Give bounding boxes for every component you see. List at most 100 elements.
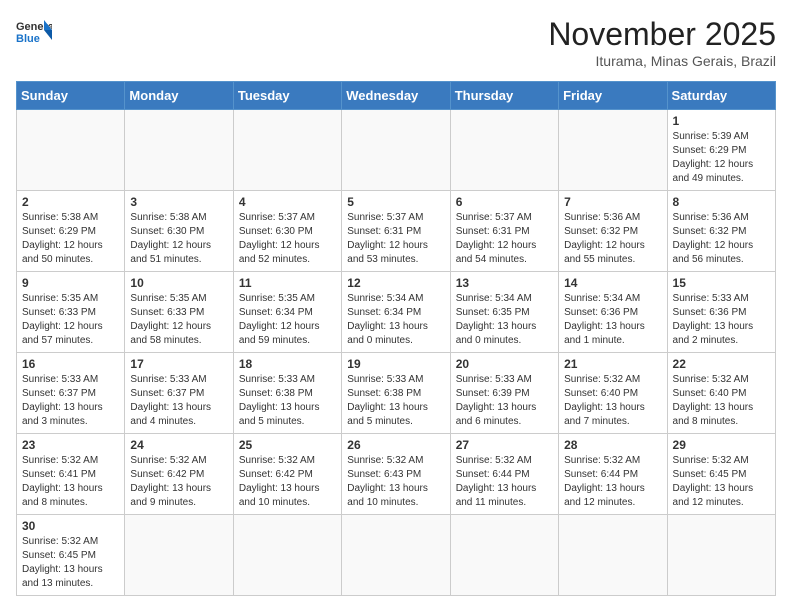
location: Iturama, Minas Gerais, Brazil: [548, 53, 776, 69]
title-block: November 2025 Iturama, Minas Gerais, Bra…: [548, 16, 776, 69]
logo: General Blue: [16, 16, 52, 52]
day-number: 1: [673, 114, 770, 128]
day-header-tuesday: Tuesday: [233, 82, 341, 110]
day-cell: 13 Sunrise: 5:34 AM Sunset: 6:35 PM Dayli…: [450, 272, 558, 353]
day-cell: [450, 110, 558, 191]
day-info: Sunrise: 5:38 AM Sunset: 6:30 PM Dayligh…: [130, 211, 227, 267]
day-cell: 29 Sunrise: 5:32 AM Sunset: 6:45 PM Dayli…: [667, 434, 775, 515]
day-info: Sunrise: 5:34 AM Sunset: 6:35 PM Dayligh…: [456, 292, 553, 348]
day-cell: 1 Sunrise: 5:39 AM Sunset: 6:29 PM Daylig…: [667, 110, 775, 191]
day-cell: 4Sunrise: 5:37 AM Sunset: 6:30 PM Daylig…: [233, 191, 341, 272]
day-info: Sunrise: 5:35 AM Sunset: 6:33 PM Dayligh…: [22, 292, 119, 348]
day-number: 4: [239, 195, 336, 209]
day-cell: 24 Sunrise: 5:32 AM Sunset: 6:42 PM Dayli…: [125, 434, 233, 515]
day-cell: 11Sunrise: 5:35 AM Sunset: 6:34 PM Dayli…: [233, 272, 341, 353]
day-cell: [342, 515, 450, 596]
day-cell: 15 Sunrise: 5:33 AM Sunset: 6:36 PM Dayli…: [667, 272, 775, 353]
day-header-wednesday: Wednesday: [342, 82, 450, 110]
day-number: 21: [564, 357, 661, 371]
day-info: Sunrise: 5:32 AM Sunset: 6:42 PM Dayligh…: [239, 454, 336, 510]
day-info: Sunrise: 5:37 AM Sunset: 6:31 PM Dayligh…: [347, 211, 444, 267]
day-cell: 18 Sunrise: 5:33 AM Sunset: 6:38 PM Dayli…: [233, 353, 341, 434]
day-number: 22: [673, 357, 770, 371]
week-row-6: 30 Sunrise: 5:32 AM Sunset: 6:45 PM Dayli…: [17, 515, 776, 596]
day-cell: 3 Sunrise: 5:38 AM Sunset: 6:30 PM Daylig…: [125, 191, 233, 272]
day-number: 20: [456, 357, 553, 371]
day-number: 19: [347, 357, 444, 371]
day-info: Sunrise: 5:32 AM Sunset: 6:45 PM Dayligh…: [673, 454, 770, 510]
day-info: Sunrise: 5:32 AM Sunset: 6:41 PM Dayligh…: [22, 454, 119, 510]
day-number: 26: [347, 438, 444, 452]
day-header-monday: Monday: [125, 82, 233, 110]
day-number: 3: [130, 195, 227, 209]
day-cell: 20Sunrise: 5:33 AM Sunset: 6:39 PM Dayli…: [450, 353, 558, 434]
week-row-3: 9 Sunrise: 5:35 AM Sunset: 6:33 PM Daylig…: [17, 272, 776, 353]
day-info: Sunrise: 5:32 AM Sunset: 6:43 PM Dayligh…: [347, 454, 444, 510]
day-number: 12: [347, 276, 444, 290]
day-number: 9: [22, 276, 119, 290]
day-cell: [342, 110, 450, 191]
day-number: 30: [22, 519, 119, 533]
day-cell: 21Sunrise: 5:32 AM Sunset: 6:40 PM Dayli…: [559, 353, 667, 434]
day-number: 25: [239, 438, 336, 452]
day-cell: [233, 110, 341, 191]
day-cell: [559, 515, 667, 596]
day-cell: 14Sunrise: 5:34 AM Sunset: 6:36 PM Dayli…: [559, 272, 667, 353]
day-cell: [17, 110, 125, 191]
day-info: Sunrise: 5:37 AM Sunset: 6:31 PM Dayligh…: [456, 211, 553, 267]
logo-icon: General Blue: [16, 16, 52, 52]
day-info: Sunrise: 5:33 AM Sunset: 6:38 PM Dayligh…: [239, 373, 336, 429]
day-number: 28: [564, 438, 661, 452]
day-cell: 8 Sunrise: 5:36 AM Sunset: 6:32 PM Daylig…: [667, 191, 775, 272]
week-row-1: 1 Sunrise: 5:39 AM Sunset: 6:29 PM Daylig…: [17, 110, 776, 191]
day-cell: 25 Sunrise: 5:32 AM Sunset: 6:42 PM Dayli…: [233, 434, 341, 515]
day-number: 17: [130, 357, 227, 371]
week-row-5: 23 Sunrise: 5:32 AM Sunset: 6:41 PM Dayli…: [17, 434, 776, 515]
day-number: 18: [239, 357, 336, 371]
day-info: Sunrise: 5:33 AM Sunset: 6:36 PM Dayligh…: [673, 292, 770, 348]
day-cell: 7 Sunrise: 5:36 AM Sunset: 6:32 PM Daylig…: [559, 191, 667, 272]
day-header-sunday: Sunday: [17, 82, 125, 110]
week-row-2: 2 Sunrise: 5:38 AM Sunset: 6:29 PM Daylig…: [17, 191, 776, 272]
day-cell: [125, 515, 233, 596]
day-info: Sunrise: 5:35 AM Sunset: 6:34 PM Dayligh…: [239, 292, 336, 348]
day-number: 16: [22, 357, 119, 371]
day-info: Sunrise: 5:36 AM Sunset: 6:32 PM Dayligh…: [564, 211, 661, 267]
day-info: Sunrise: 5:33 AM Sunset: 6:37 PM Dayligh…: [130, 373, 227, 429]
day-number: 10: [130, 276, 227, 290]
day-number: 13: [456, 276, 553, 290]
day-number: 5: [347, 195, 444, 209]
day-info: Sunrise: 5:36 AM Sunset: 6:32 PM Dayligh…: [673, 211, 770, 267]
day-info: Sunrise: 5:32 AM Sunset: 6:45 PM Dayligh…: [22, 535, 119, 591]
day-info: Sunrise: 5:38 AM Sunset: 6:29 PM Dayligh…: [22, 211, 119, 267]
day-cell: [125, 110, 233, 191]
day-number: 27: [456, 438, 553, 452]
day-info: Sunrise: 5:34 AM Sunset: 6:34 PM Dayligh…: [347, 292, 444, 348]
page-header: General Blue November 2025 Iturama, Mina…: [16, 16, 776, 69]
day-number: 15: [673, 276, 770, 290]
day-number: 29: [673, 438, 770, 452]
day-header-saturday: Saturday: [667, 82, 775, 110]
day-number: 23: [22, 438, 119, 452]
day-info: Sunrise: 5:33 AM Sunset: 6:37 PM Dayligh…: [22, 373, 119, 429]
day-cell: [233, 515, 341, 596]
calendar-table: SundayMondayTuesdayWednesdayThursdayFrid…: [16, 81, 776, 596]
day-headers-row: SundayMondayTuesdayWednesdayThursdayFrid…: [17, 82, 776, 110]
day-info: Sunrise: 5:39 AM Sunset: 6:29 PM Dayligh…: [673, 130, 770, 186]
day-cell: 30 Sunrise: 5:32 AM Sunset: 6:45 PM Dayli…: [17, 515, 125, 596]
svg-text:Blue: Blue: [16, 33, 40, 45]
day-cell: 9 Sunrise: 5:35 AM Sunset: 6:33 PM Daylig…: [17, 272, 125, 353]
day-info: Sunrise: 5:35 AM Sunset: 6:33 PM Dayligh…: [130, 292, 227, 348]
day-cell: 16 Sunrise: 5:33 AM Sunset: 6:37 PM Dayli…: [17, 353, 125, 434]
day-number: 2: [22, 195, 119, 209]
day-number: 8: [673, 195, 770, 209]
day-info: Sunrise: 5:32 AM Sunset: 6:40 PM Dayligh…: [673, 373, 770, 429]
day-cell: 5 Sunrise: 5:37 AM Sunset: 6:31 PM Daylig…: [342, 191, 450, 272]
day-number: 7: [564, 195, 661, 209]
day-info: Sunrise: 5:32 AM Sunset: 6:42 PM Dayligh…: [130, 454, 227, 510]
day-info: Sunrise: 5:32 AM Sunset: 6:44 PM Dayligh…: [456, 454, 553, 510]
day-cell: 10 Sunrise: 5:35 AM Sunset: 6:33 PM Dayli…: [125, 272, 233, 353]
day-cell: 22 Sunrise: 5:32 AM Sunset: 6:40 PM Dayli…: [667, 353, 775, 434]
day-number: 24: [130, 438, 227, 452]
day-info: Sunrise: 5:33 AM Sunset: 6:38 PM Dayligh…: [347, 373, 444, 429]
